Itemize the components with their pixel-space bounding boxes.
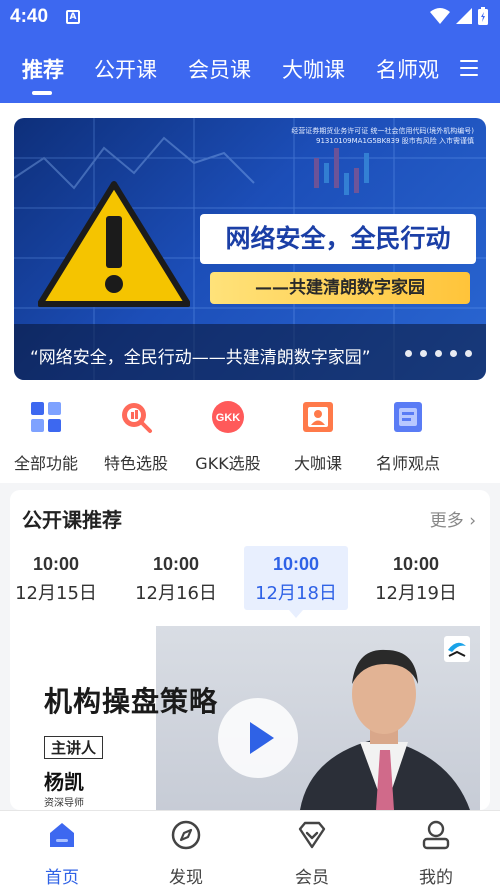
section-title: 公开课推荐 (22, 508, 122, 532)
date-time: 10:00 (32, 554, 80, 574)
function-label: 特色选股 (103, 454, 168, 473)
tab-member-course[interactable]: 会员课 (188, 54, 251, 84)
compass-icon (171, 820, 201, 850)
category-tabs: 推荐 公开课 会员课 大咖课 名师观 (0, 52, 500, 95)
chevron-right-icon: › (463, 511, 476, 531)
nav-discover[interactable]: 发现 (146, 819, 226, 888)
date-item[interactable]: 10:00 12月19日 (364, 546, 468, 610)
date-item[interactable]: 10:00 12月15日 (10, 546, 108, 610)
date-time: 10:00 (152, 554, 200, 574)
course-cover[interactable]: 机构操盘策略 主讲人 杨凯 资深导师 (20, 626, 480, 810)
notebook-icon (394, 402, 422, 432)
bottom-nav: 首页 发现 会员 我的 (0, 810, 500, 888)
function-teacher-view[interactable]: 名师观点 (366, 400, 450, 474)
date-day: 12月16日 (135, 583, 217, 604)
function-label: GKK选股 (195, 454, 261, 473)
nav-profile[interactable]: 我的 (396, 819, 476, 888)
banner-caption: “网络安全，全民行动——共建清朗数字家园” (30, 348, 371, 368)
date-day: 12月19日 (375, 583, 457, 604)
date-time: 10:00 (392, 554, 440, 574)
nav-label: 首页 (45, 868, 79, 888)
battery-icon (478, 7, 488, 25)
tab-expert-course[interactable]: 大咖课 (282, 54, 345, 84)
function-expert[interactable]: 大咖课 (276, 400, 360, 474)
date-day: 12月18日 (255, 583, 337, 604)
accessibility-badge-icon: A (66, 10, 80, 24)
brand-logo-icon (444, 636, 470, 662)
play-icon[interactable] (218, 698, 298, 778)
more-label: 更多 (429, 511, 464, 531)
open-course-card: 公开课推荐 更多 › 10:00 12月15日 10:00 12月16日 10:… (10, 490, 490, 810)
banner-subline-text: ——共建清朗数字家园 (255, 278, 425, 298)
nav-member[interactable]: 会员 (272, 819, 352, 888)
promo-banner[interactable]: 经营证券期货业务许可证 统一社会信用代码(境外机构编号) 91310109MA1… (14, 118, 486, 380)
function-label: 大咖课 (293, 454, 342, 473)
function-label: 全部功能 (13, 454, 78, 473)
function-stock-pick[interactable]: 特色选股 (94, 400, 178, 474)
active-tab-indicator (32, 91, 52, 95)
vip-icon (298, 821, 326, 849)
signal-icon (456, 8, 472, 24)
tab-open-course[interactable]: 公开课 (94, 54, 157, 84)
profile-icon (422, 820, 450, 850)
status-time: 4:40 (10, 6, 49, 27)
banner-headline: 网络安全，全民行动 (200, 214, 476, 264)
svg-text:GKK: GKK (216, 412, 241, 424)
expert-icon (303, 402, 333, 432)
host-role: 资深导师 (44, 798, 84, 809)
date-item-selected[interactable]: 10:00 12月18日 (244, 546, 348, 618)
grid-icon (31, 402, 61, 432)
host-tag: 主讲人 (44, 736, 104, 759)
function-label: 名师观点 (375, 454, 440, 473)
carousel-dots (405, 350, 472, 357)
system-icons (430, 7, 488, 25)
home-icon (50, 823, 74, 847)
nav-home[interactable]: 首页 (22, 819, 102, 888)
nav-label: 会员 (295, 868, 329, 888)
function-gkk[interactable]: GKK GKK选股 (186, 400, 270, 474)
date-day: 12月15日 (15, 583, 97, 604)
more-link[interactable]: 更多 › (430, 506, 476, 531)
function-all[interactable]: 全部功能 (4, 400, 88, 474)
course-title: 机构操盘策略 (44, 685, 219, 718)
nav-label: 发现 (169, 868, 203, 888)
gkk-icon: GKK (212, 401, 244, 433)
banner-caption-bar: “网络安全，全民行动——共建清朗数字家园” (14, 324, 486, 380)
host-name: 杨凯 (44, 770, 84, 794)
date-time: 10:00 (272, 554, 320, 574)
status-bar: 4:40 A (0, 0, 500, 34)
banner-headline-text: 网络安全，全民行动 (225, 225, 451, 253)
banner-subline: ——共建清朗数字家园 (210, 272, 470, 304)
menu-icon[interactable] (460, 60, 478, 76)
date-item[interactable]: 10:00 12月16日 (124, 546, 228, 610)
license-text: 经营证券期货业务许可证 统一社会信用代码(境外机构编号) 91310109MA1… (291, 127, 474, 145)
wifi-icon (430, 8, 450, 24)
app-header: 4:40 A 推荐 公开课 会员课 大咖课 名师观 (0, 0, 500, 103)
nav-label: 我的 (419, 868, 453, 888)
stock-pick-icon (122, 403, 152, 433)
tab-recommend[interactable]: 推荐 (22, 54, 64, 84)
date-selector: 10:00 12月15日 10:00 12月16日 10:00 12月18日 1… (10, 546, 490, 618)
tab-teacher-view[interactable]: 名师观 (376, 54, 439, 84)
warning-icon (38, 181, 190, 307)
